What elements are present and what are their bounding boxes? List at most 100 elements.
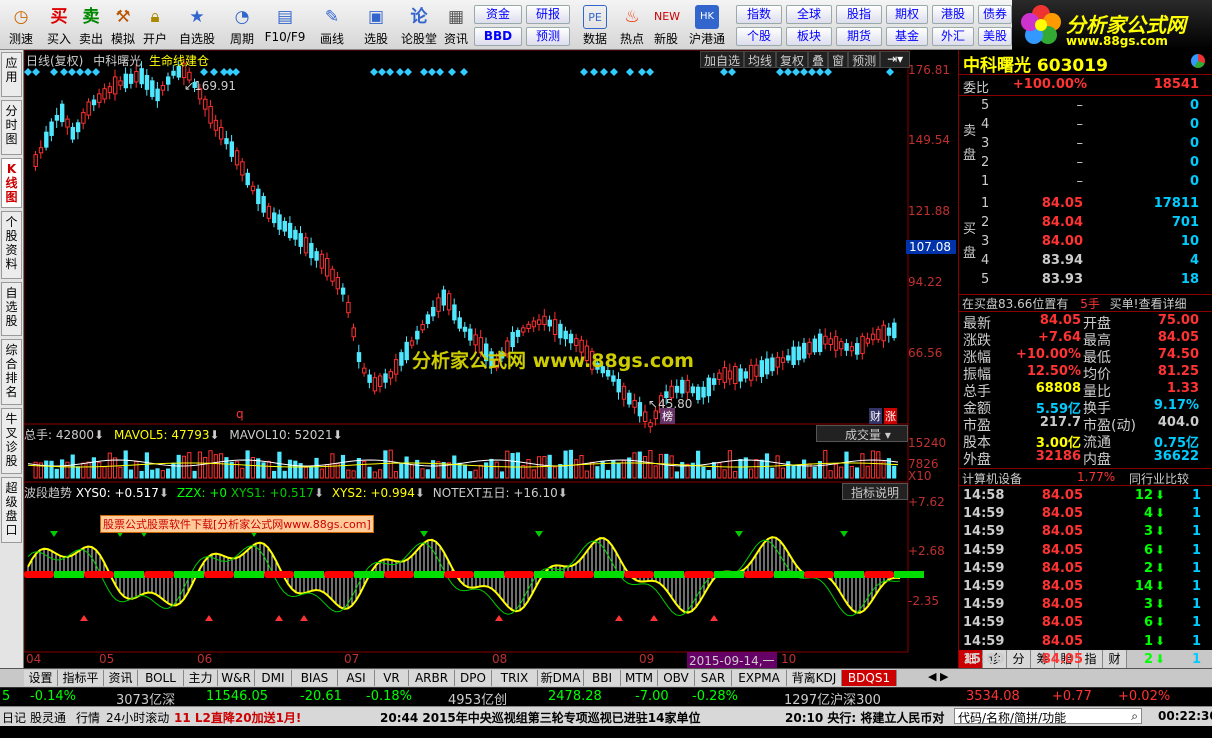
indicator-tab[interactable]: VR [375, 670, 409, 686]
volume-bar [91, 457, 97, 479]
limit-up-badge[interactable]: 涨 [884, 408, 897, 424]
volume-bar [65, 461, 70, 479]
tab-diagnose[interactable]: 牛叉诊股 [1, 408, 22, 474]
rolling-news-button[interactable]: 24小时滚动 [106, 709, 169, 726]
ma-button[interactable]: 均线 [744, 51, 777, 68]
indicator-tab[interactable]: ARBR [409, 670, 455, 686]
news-headline-2[interactable]: 20:10 央行: 将建立人民币对 [785, 709, 944, 726]
data-button[interactable]: PE 数据 [578, 2, 612, 48]
tab-kline[interactable]: K线图 [1, 158, 22, 208]
f10-button[interactable]: ▤ F10/F9 [264, 2, 306, 48]
speed-test-button[interactable]: ◷ 测速 [4, 2, 38, 48]
indicator-tab[interactable]: BBI [584, 670, 621, 686]
indicator-help-button[interactable]: 指标说明 [842, 483, 908, 500]
code-search-input[interactable]: 代码/名称/简拼/功能 ⌕ [954, 708, 1142, 725]
watchlist-button[interactable]: ★ 自选股 [176, 2, 218, 48]
quick-global-button[interactable]: 全球 [786, 5, 832, 24]
gulingtong-button[interactable]: 股灵通 [30, 709, 66, 726]
osc-frame [24, 481, 909, 653]
indicator-tab[interactable]: BDQS1 [842, 670, 897, 686]
expand-icon[interactable]: ⇥▾ [880, 51, 911, 68]
stat-value: 404.0 [1157, 415, 1199, 430]
quick-sector-button[interactable]: 板块 [786, 27, 832, 46]
candle-body [409, 340, 415, 346]
hotspot-button[interactable]: ♨ 热点 [616, 2, 648, 48]
quick-us-button[interactable]: 美股 [978, 27, 1012, 46]
quick-bond-button[interactable]: 债券 [978, 5, 1012, 24]
quick-forex-button[interactable]: 外汇 [932, 27, 974, 46]
indicator-tab[interactable]: 设置 [24, 670, 58, 686]
quick-futures-button[interactable]: 期货 [836, 27, 882, 46]
quick-index-button[interactable]: 指数 [736, 5, 782, 24]
indicator-tab[interactable]: 指标平台 [58, 670, 104, 701]
indicator-tab[interactable]: 新DMA [538, 670, 584, 686]
indicator-tab[interactable]: W&R [218, 670, 255, 686]
tab-ranking[interactable]: 综合排名 [1, 339, 22, 405]
market-button[interactable]: 行情 [76, 709, 100, 726]
signal-diamond-icon [626, 68, 634, 76]
tab-stock-info[interactable]: 个股资料 [1, 211, 22, 279]
hk-connect-button[interactable]: HK 沪港通 [686, 2, 728, 48]
candle-body [680, 379, 685, 394]
sell-price: – [1076, 155, 1084, 170]
quick-bbd-button[interactable]: BBD [474, 27, 522, 46]
open-account-button[interactable]: 🔒︎ 开户 [140, 2, 170, 48]
sell-button[interactable]: 卖卖出 [76, 2, 106, 48]
indicator-tab[interactable]: 背离KDJ [787, 670, 842, 686]
signal-diamond-icon [396, 68, 404, 76]
new-stock-button[interactable]: NEW 新股 [650, 2, 682, 48]
stat-value: 12.50% [1026, 364, 1081, 379]
buy-button[interactable]: 买买入 [44, 2, 74, 48]
indicator-tab[interactable]: BOLL [138, 670, 184, 686]
brand-logo: 分析家公式网 www.88gs.com [1012, 0, 1212, 50]
finance-badge[interactable]: 财 [869, 408, 882, 424]
tab-apps[interactable]: 应用 [1, 52, 22, 97]
forecast-button[interactable]: 预测 [848, 51, 881, 68]
quick-stock-index-button[interactable]: 股指 [836, 5, 882, 24]
signal-diamond-icon [50, 68, 58, 76]
indicator-tab[interactable]: 主力 [184, 670, 218, 686]
draw-line-button[interactable]: ✎ 画线 [312, 2, 352, 48]
adjust-button[interactable]: 复权 [776, 51, 809, 68]
peer-compare-link[interactable]: 同行业比较 [1129, 470, 1189, 487]
indicator-tab[interactable]: EXPMA [732, 670, 787, 686]
stock-picker-button[interactable]: ▣ 选股 [358, 2, 394, 48]
indicator-tab[interactable]: ASI [338, 670, 375, 686]
right-tab[interactable]: 分 [1007, 650, 1031, 668]
news-headline[interactable]: 20:44 2015年中央巡视组第三轮专项巡视已进驻14家单位 [380, 709, 700, 726]
overlay-button[interactable]: 叠 [808, 51, 829, 68]
quick-forecast-button[interactable]: 预测 [526, 27, 570, 46]
indicator-tab[interactable]: DMI [255, 670, 292, 686]
tab-order-book[interactable]: 超级盘口 [1, 477, 22, 543]
tab-watchlist[interactable]: 自选股 [1, 282, 22, 336]
news-button[interactable]: ▦ 资讯 [442, 2, 470, 48]
tab-intraday[interactable]: 分时图 [1, 100, 22, 155]
ad-banner[interactable]: 股票公式股票软件下载[分析家公式网www.88gs.com] [100, 515, 374, 533]
indicator-tab[interactable]: SAR [695, 670, 732, 686]
promo-text[interactable]: 11 L2直降20加送1月! [174, 709, 301, 726]
volume-selector[interactable]: 成交量 ▾ [816, 425, 908, 442]
candle-body [356, 352, 362, 362]
quick-research-button[interactable]: 研报 [526, 5, 570, 24]
quick-stock-button[interactable]: 个股 [736, 27, 782, 46]
diary-button[interactable]: 日记 [2, 709, 26, 726]
add-watch-button[interactable]: 加自选 [700, 51, 745, 68]
period-button[interactable]: ◔ 周期 [222, 2, 262, 48]
indicator-tab[interactable]: 资讯 [104, 670, 138, 686]
simulate-button[interactable]: ⚒ 模拟 [108, 2, 138, 48]
tab-scroll-icon[interactable]: ◀ ▶ [928, 670, 968, 686]
indicator-tab[interactable]: OBV [658, 670, 695, 686]
indicator-tab[interactable]: MTM [621, 670, 658, 686]
indicator-tab[interactable]: TRIX [492, 670, 538, 686]
volume-bar [653, 465, 658, 479]
indicator-tab[interactable]: DPO [455, 670, 492, 686]
quick-options-button[interactable]: 期权 [886, 5, 928, 24]
window-button[interactable]: 窗 [828, 51, 849, 68]
candle-body [770, 357, 775, 372]
forum-button[interactable]: 论论股堂 [400, 2, 438, 48]
indicator-tab[interactable]: BIAS [292, 670, 338, 686]
quick-hk-button[interactable]: 港股 [932, 5, 974, 24]
quick-fund-button[interactable]: 资金 [474, 5, 522, 24]
quick-funds-button[interactable]: 基金 [886, 27, 928, 46]
detail-link[interactable]: 买单!查看详细 [1110, 297, 1187, 311]
